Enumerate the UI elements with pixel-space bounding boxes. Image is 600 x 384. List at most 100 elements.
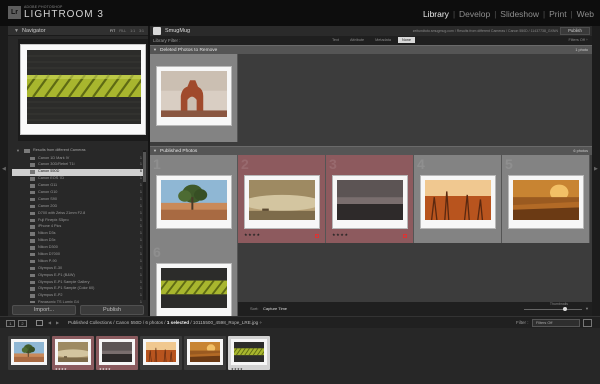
collection-item[interactable]: Nikon D3x 1 <box>12 238 144 245</box>
sort-label: Sort: <box>250 306 259 311</box>
module-develop[interactable]: Develop <box>459 9 490 19</box>
collection-icon <box>30 287 35 291</box>
navigator-header[interactable]: ▼ Navigator FIT FILL 1:1 3:1 <box>8 26 148 36</box>
filmstrip-thumbnail[interactable] <box>184 336 226 370</box>
collection-count: 1 <box>139 272 142 277</box>
forward-arrow-icon[interactable]: ▶ <box>56 320 59 325</box>
filmstrip-photo <box>102 342 132 362</box>
filmstrip-thumbnail[interactable]: ★★★★ <box>228 336 270 371</box>
collection-item[interactable]: Nikon D3s 1 <box>12 231 144 238</box>
zoom-1-1[interactable]: 1:1 <box>130 29 135 33</box>
photo-thumbnail[interactable] <box>161 71 227 117</box>
collection-icon <box>30 163 35 167</box>
zoom-3-1[interactable]: 3:1 <box>139 29 144 33</box>
photo-thumbnail[interactable] <box>249 180 315 220</box>
filmstrip-photo <box>190 342 220 362</box>
back-arrow-icon[interactable]: ◀ <box>48 320 51 325</box>
collection-item[interactable]: Canon G11 1 <box>12 183 144 190</box>
photo-thumbnail[interactable] <box>161 180 227 220</box>
collection-item[interactable]: Nikon D300 1 <box>12 245 144 252</box>
left-panel-toggle[interactable]: ◀ <box>0 26 8 316</box>
star-rating[interactable]: ★★★★ <box>244 232 261 237</box>
service-url: zeitundtoto.smugmug.com / Results from d… <box>412 29 558 33</box>
collection-count: 1 <box>139 162 142 167</box>
collection-item[interactable]: Canon G10 1 <box>12 189 144 196</box>
filmstrip-photo <box>58 342 88 362</box>
grid-cell[interactable]: 1 <box>150 155 238 243</box>
scrollbar-thumb[interactable] <box>143 152 146 182</box>
module-slideshow[interactable]: Slideshow <box>500 9 539 19</box>
filmstrip-thumbnail[interactable] <box>140 336 182 370</box>
collection-item[interactable]: Canon 550D 6 <box>12 168 144 176</box>
collection-item[interactable]: Olympus E-P2 1 <box>12 293 144 300</box>
collection-item[interactable]: Canon EOS 7D 1 <box>12 176 144 183</box>
cell-index: 5 <box>505 156 513 172</box>
sort-dropdown[interactable]: Capture Time <box>263 306 287 311</box>
collection-item[interactable]: Canon 20D 1 <box>12 203 144 210</box>
section-header-deleted[interactable]: ▼ Deleted Photos to Remove 1 photo <box>150 45 592 54</box>
collection-icon <box>30 225 35 229</box>
grid-cell[interactable]: 2 ★★★★ <box>238 155 326 243</box>
grid-view-icon[interactable] <box>36 320 43 326</box>
left-scrollbar[interactable] <box>143 150 146 300</box>
collection-item[interactable]: Olympus E-P1 Sample (Color 60) 1 <box>12 286 144 293</box>
thumbnail-size-slider[interactable] <box>524 307 582 311</box>
filmstrip-filter-dropdown[interactable]: Filters Off <box>532 319 580 327</box>
module-web[interactable]: Web <box>577 9 594 19</box>
disclosure-triangle-icon: ▼ <box>153 47 157 52</box>
import-button[interactable]: Import... <box>12 305 76 315</box>
collection-item[interactable]: Canon 30D/Rebel T1i 1 <box>12 162 144 169</box>
zoom-fill[interactable]: FILL <box>119 29 126 33</box>
module-library[interactable]: Library <box>423 9 449 19</box>
grid-cell[interactable] <box>150 54 238 142</box>
filter-tab-attribute[interactable]: Attribute <box>346 37 368 43</box>
photo-thumbnail[interactable] <box>337 180 403 220</box>
collection-name: Olympus E-P1 Sample Gallery <box>38 279 90 284</box>
cell-index: 3 <box>329 156 337 172</box>
window-2-button[interactable]: 2 <box>18 320 27 327</box>
collection-item[interactable]: Fuji Finepix S5pro 1 <box>12 217 144 224</box>
filter-label: Filter : <box>516 320 529 325</box>
navigator-preview[interactable] <box>18 39 148 141</box>
collection-icon <box>30 252 35 257</box>
right-panel-toggle[interactable]: ▶ <box>592 26 600 316</box>
collection-item[interactable]: Canon S90 1 <box>12 196 144 203</box>
module-separator: | <box>543 9 546 19</box>
filmstrip-thumbnail[interactable]: ★★★★ <box>96 336 138 371</box>
module-print[interactable]: Print <box>549 9 566 19</box>
zoom-fit[interactable]: FIT <box>110 29 115 33</box>
filmstrip-thumbnail[interactable] <box>8 336 50 370</box>
filter-tab-metadata[interactable]: Metadata <box>371 37 395 43</box>
grid-cell[interactable]: 5 <box>502 155 590 243</box>
window-1-button[interactable]: 1 <box>6 320 15 327</box>
filmstrip-source-path[interactable]: Published Collections / Canon 550D / 6 p… <box>68 320 262 325</box>
filter-toggle-icon[interactable] <box>583 319 592 327</box>
photo-thumbnail[interactable] <box>425 180 491 220</box>
collection-item[interactable]: Olympus E-P1 (B&W) 1 <box>12 272 144 279</box>
publish-badge-icon <box>315 234 319 238</box>
grid-cell[interactable]: 4 <box>414 155 502 243</box>
collection-item[interactable]: Nikon P-90 1 <box>12 258 144 265</box>
collection-item[interactable]: Olympus E-P1 Sample Gallery 1 <box>12 279 144 286</box>
publish-left-button[interactable]: Publish <box>80 305 144 315</box>
grid-cell[interactable]: 3 ★★★★ <box>326 155 414 243</box>
toolbar-menu-arrow-icon[interactable]: ▼ <box>585 306 589 311</box>
collection-count: 1 <box>139 293 142 298</box>
filter-presets-dropdown[interactable]: Filters Off ÷ <box>568 38 588 42</box>
collection-set[interactable]: ▼ Results from different Cameras <box>12 148 144 155</box>
collection-item[interactable]: Canon 1D Mark IV 1 <box>12 155 144 162</box>
collection-item[interactable]: D700 with Zeiss 21mm F2.8 1 <box>12 210 144 217</box>
collection-item[interactable]: Panasonic TS Lumix G4 1 <box>12 300 144 303</box>
filter-tab-text[interactable]: Text <box>328 37 343 43</box>
photo-thumbnail[interactable] <box>161 268 227 308</box>
publish-button[interactable]: Publish <box>560 27 590 35</box>
slider-knob[interactable] <box>562 307 567 311</box>
filmstrip-thumbnail[interactable]: ★★★★ <box>52 336 94 371</box>
filter-tab-none[interactable]: None <box>397 37 416 43</box>
photo-thumbnail[interactable] <box>513 180 579 220</box>
star-rating[interactable]: ★★★★ <box>332 232 349 237</box>
collection-item[interactable]: iPhone 4 Pics 1 <box>12 224 144 231</box>
section-header-published[interactable]: ▼ Published Photos 6 photos <box>150 146 592 155</box>
collection-item[interactable]: Nikon D7000 1 <box>12 251 144 258</box>
collection-item[interactable]: Olympus E-30 1 <box>12 265 144 272</box>
